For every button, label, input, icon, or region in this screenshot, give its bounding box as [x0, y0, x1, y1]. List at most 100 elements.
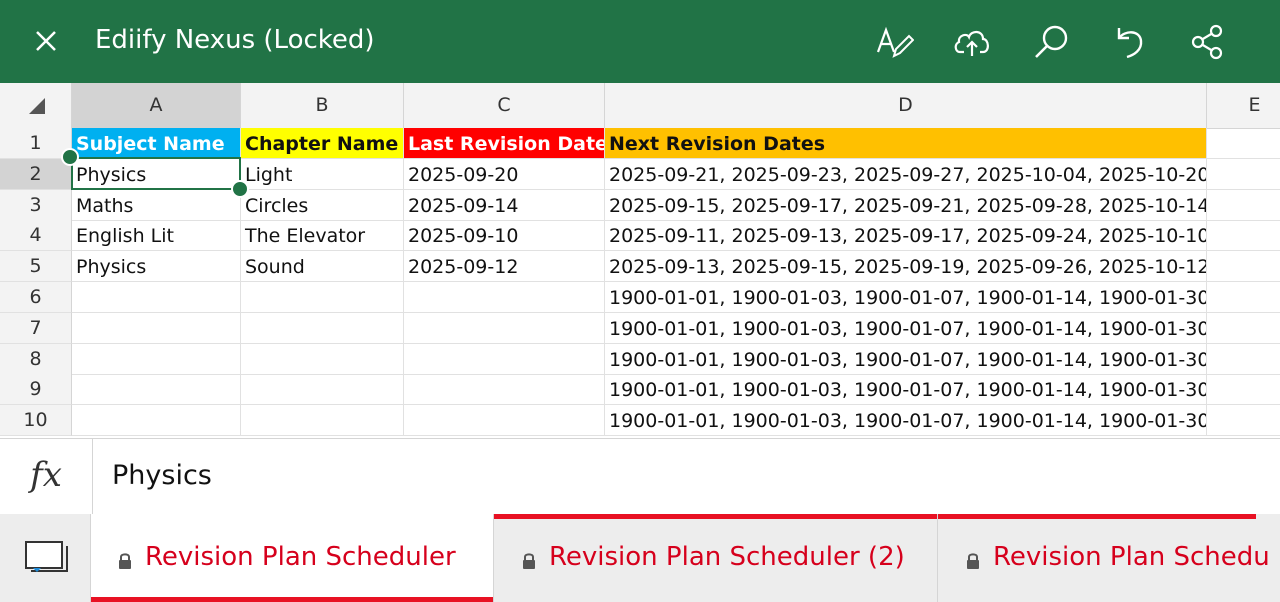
table-row: 1 Subject Name Chapter Name Last Revision D… [0, 128, 1280, 159]
function-icon[interactable]: fx [0, 439, 93, 514]
row-header[interactable]: 9 [0, 374, 72, 406]
cell-c5[interactable]: 2025-09-12 [404, 251, 605, 283]
cell-d3[interactable]: 2025-09-15, 2025-09-17, 2025-09-21, 2025… [605, 189, 1207, 221]
table-row: 9 1900-01-01, 1900-01-03, 1900-01-07, 190… [0, 374, 1280, 406]
cell-e8[interactable] [1207, 344, 1280, 375]
cell-a7[interactable] [72, 312, 241, 344]
formula-input[interactable]: Physics [112, 457, 212, 495]
cell-c7[interactable] [404, 312, 605, 344]
selection-handle-bottom-right[interactable] [231, 180, 249, 198]
cell-e3[interactable] [1207, 190, 1280, 221]
cell-b6[interactable] [241, 282, 404, 313]
cell-d1[interactable]: Next Revision Dates [605, 128, 1207, 159]
column-header-d[interactable]: D [605, 83, 1207, 128]
table-row: 7 1900-01-01, 1900-01-03, 1900-01-07, 190… [0, 312, 1280, 344]
cell-b8[interactable] [241, 343, 404, 375]
undo-icon[interactable] [1110, 22, 1150, 62]
cell-b1[interactable]: Chapter Name [241, 128, 404, 159]
row-header[interactable]: 6 [0, 282, 72, 313]
sheet-tab-bar: Revision Plan Scheduler Revision Plan Sc… [0, 514, 1280, 602]
select-all-triangle-icon [29, 98, 45, 114]
cell-c2[interactable]: 2025-09-20 [404, 158, 605, 190]
selection-handle-top-left[interactable] [61, 148, 79, 166]
cell-b5[interactable]: Sound [241, 251, 404, 283]
cell-b4[interactable]: The Elevator [241, 220, 404, 252]
row-header[interactable]: 3 [0, 189, 72, 221]
cell-c10[interactable] [404, 405, 605, 437]
lock-icon [119, 553, 131, 569]
cell-e1[interactable] [1207, 128, 1280, 159]
table-row: 8 1900-01-01, 1900-01-03, 1900-01-07, 190… [0, 343, 1280, 375]
cell-b3[interactable]: Circles [241, 189, 404, 221]
cell-a10[interactable] [72, 405, 241, 437]
row-header[interactable]: 2 [0, 158, 72, 190]
cell-d8[interactable]: 1900-01-01, 1900-01-03, 1900-01-07, 1900… [605, 343, 1207, 375]
cell-e2[interactable] [1207, 159, 1280, 190]
column-header-a[interactable]: A [72, 83, 241, 128]
share-icon[interactable] [1188, 22, 1228, 62]
active-tab-indicator [91, 597, 493, 602]
close-icon[interactable] [30, 25, 62, 57]
cell-b2[interactable]: Light [241, 158, 404, 190]
column-header-b[interactable]: B [241, 83, 404, 128]
table-row: 2 Physics Light 2025-09-20 2025-09-21, 2025-… [0, 158, 1280, 190]
cell-a3[interactable]: Maths [72, 189, 241, 221]
column-header-bar: A B C D E [0, 83, 1280, 129]
cell-e10[interactable] [1207, 405, 1280, 437]
table-row: 6 1900-01-01, 1900-01-03, 1900-01-07, 190… [0, 282, 1280, 313]
cell-e6[interactable] [1207, 282, 1280, 313]
row-header[interactable]: 4 [0, 220, 72, 252]
tab-color-bar [938, 514, 1256, 519]
cell-d6[interactable]: 1900-01-01, 1900-01-03, 1900-01-07, 1900… [605, 282, 1207, 313]
row-header[interactable]: 10 [0, 405, 72, 437]
sheet-tab-label: Revision Plan Schedu [993, 542, 1270, 572]
cell-a4[interactable]: English Lit [72, 220, 241, 252]
cell-a1[interactable]: Subject Name [72, 128, 241, 159]
cell-d10[interactable]: 1900-01-01, 1900-01-03, 1900-01-07, 1900… [605, 405, 1207, 437]
formula-bar: fx Physics [0, 438, 1280, 515]
search-icon[interactable] [1032, 22, 1072, 62]
row-header[interactable]: 5 [0, 251, 72, 283]
pen-icon[interactable] [874, 22, 914, 62]
cell-a2[interactable]: Physics [72, 158, 241, 190]
table-row: 10 1900-01-01, 1900-01-03, 1900-01-07, 19… [0, 405, 1280, 437]
cell-b7[interactable] [241, 312, 404, 344]
spreadsheet-grid[interactable]: A B C D E 1 Subject Name Chapter Name Last … [0, 83, 1280, 438]
cell-c1[interactable]: Last Revision Date [404, 128, 605, 159]
cell-a9[interactable] [72, 374, 241, 406]
cell-d7[interactable]: 1900-01-01, 1900-01-03, 1900-01-07, 1900… [605, 312, 1207, 344]
cell-d9[interactable]: 1900-01-01, 1900-01-03, 1900-01-07, 1900… [605, 374, 1207, 406]
select-all-corner[interactable] [0, 83, 72, 128]
cell-c4[interactable]: 2025-09-10 [404, 220, 605, 252]
cell-c9[interactable] [404, 374, 605, 406]
sheet-tab-2[interactable]: Revision Plan Scheduler (2) [493, 514, 937, 602]
table-row: 3 Maths Circles 2025-09-14 2025-09-15, 2025-… [0, 189, 1280, 221]
table-row: 5 Physics Sound 2025-09-12 2025-09-13, 2025-… [0, 251, 1280, 283]
column-header-e[interactable]: E [1207, 83, 1280, 128]
sheets-overview-icon[interactable] [0, 514, 90, 602]
row-header[interactable]: 7 [0, 312, 72, 344]
cell-e4[interactable] [1207, 220, 1280, 252]
cell-e9[interactable] [1207, 374, 1280, 406]
cell-d5[interactable]: 2025-09-13, 2025-09-15, 2025-09-19, 2025… [605, 251, 1207, 283]
sheet-tab-3[interactable]: Revision Plan Schedu [937, 514, 1280, 602]
cloud-upload-icon[interactable] [952, 22, 992, 62]
cell-e7[interactable] [1207, 313, 1280, 344]
cell-d2[interactable]: 2025-09-21, 2025-09-23, 2025-09-27, 2025… [605, 158, 1207, 190]
sheet-tab-1[interactable]: Revision Plan Scheduler [90, 514, 493, 602]
cell-e5[interactable] [1207, 251, 1280, 283]
cell-c6[interactable] [404, 282, 605, 313]
lock-icon [967, 553, 979, 569]
cell-d4[interactable]: 2025-09-11, 2025-09-13, 2025-09-17, 2025… [605, 220, 1207, 252]
cell-c3[interactable]: 2025-09-14 [404, 189, 605, 221]
column-header-c[interactable]: C [404, 83, 605, 128]
cell-a5[interactable]: Physics [72, 251, 241, 283]
cell-b9[interactable] [241, 374, 404, 406]
cell-b10[interactable] [241, 405, 404, 437]
row-header[interactable]: 8 [0, 343, 72, 375]
sheet-tab-label: Revision Plan Scheduler [145, 542, 456, 572]
cell-a8[interactable] [72, 343, 241, 375]
document-title: Ediify Nexus (Locked) [95, 25, 375, 55]
cell-a6[interactable] [72, 282, 241, 313]
cell-c8[interactable] [404, 343, 605, 375]
